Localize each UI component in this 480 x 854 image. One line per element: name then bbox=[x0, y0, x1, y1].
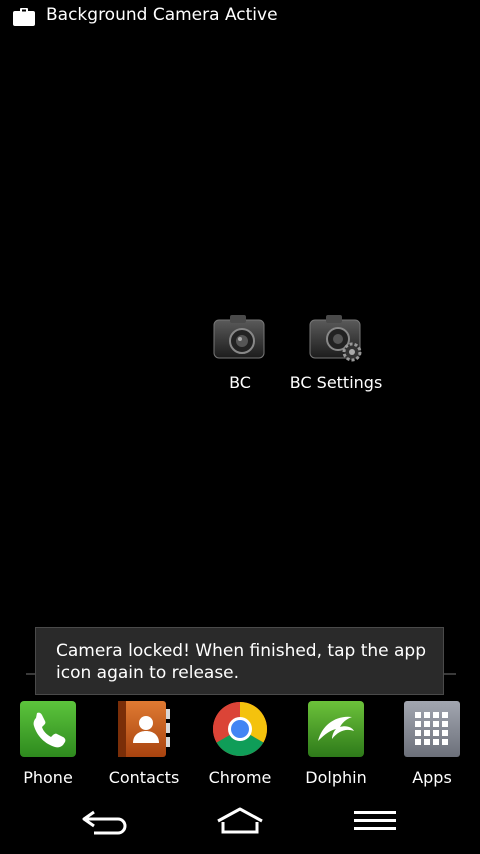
dock-label: Chrome bbox=[208, 768, 272, 787]
status-bar[interactable]: Background Camera Active bbox=[0, 0, 480, 34]
dock-label: Contacts bbox=[108, 768, 180, 787]
navigation-bar bbox=[0, 792, 480, 854]
toast-text: Camera locked! When finished, tap the ap… bbox=[56, 641, 426, 683]
phone-icon bbox=[20, 701, 76, 757]
app-label: BC Settings bbox=[289, 373, 383, 392]
dock-item-phone[interactable]: Phone bbox=[0, 700, 96, 787]
home-button[interactable] bbox=[190, 792, 290, 854]
clipboard-icon bbox=[13, 8, 35, 26]
toast-message: Camera locked! When finished, tap the ap… bbox=[35, 627, 444, 695]
camera-settings-icon bbox=[309, 315, 362, 362]
home-icon bbox=[217, 807, 263, 834]
status-notification-title: Background Camera Active bbox=[46, 5, 278, 25]
dock: Phone Contacts Chrome Dolphin Apps bbox=[0, 700, 480, 792]
dock-label: Apps bbox=[412, 768, 452, 787]
app-label: BC bbox=[229, 373, 251, 392]
contacts-icon bbox=[118, 701, 170, 757]
back-button[interactable] bbox=[55, 792, 155, 854]
app-shortcut-bc[interactable]: BC bbox=[190, 314, 290, 392]
menu-icon bbox=[354, 811, 396, 830]
dock-item-dolphin[interactable]: Dolphin bbox=[288, 700, 384, 787]
menu-button[interactable] bbox=[325, 792, 425, 854]
back-arrow-icon bbox=[82, 810, 127, 835]
dock-label: Phone bbox=[23, 768, 73, 787]
dock-label: Dolphin bbox=[305, 768, 367, 787]
app-shortcut-bc-settings[interactable]: BC Settings bbox=[286, 314, 386, 392]
apps-grid-icon bbox=[404, 701, 460, 757]
dock-item-contacts[interactable]: Contacts bbox=[96, 700, 192, 787]
dock-item-chrome[interactable]: Chrome bbox=[192, 700, 288, 787]
camera-icon bbox=[213, 315, 265, 359]
dock-item-apps[interactable]: Apps bbox=[384, 700, 480, 787]
chrome-icon bbox=[212, 702, 268, 757]
dolphin-icon bbox=[308, 701, 364, 757]
